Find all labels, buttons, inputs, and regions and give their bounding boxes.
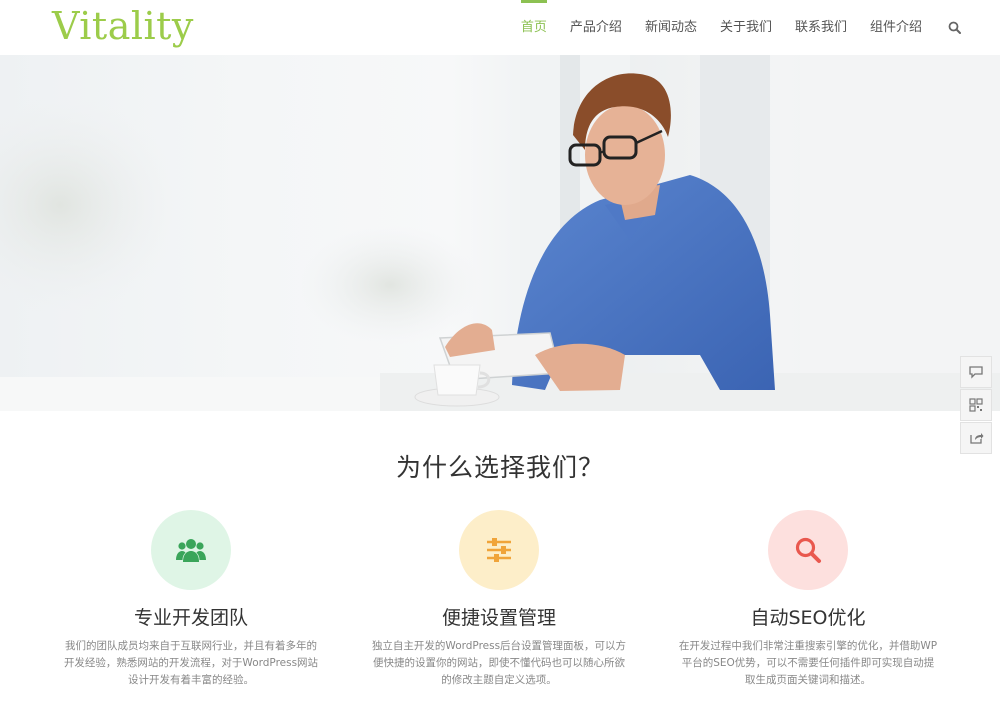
- feature-settings: 便捷设置管理 独立自主开发的WordPress后台设置管理面板，可以方便快捷的设…: [369, 510, 629, 689]
- search-icon: [768, 510, 848, 590]
- main-nav: 首页 产品介绍 新闻动态 关于我们 联系我们 组件介绍: [498, 0, 962, 55]
- comment-icon[interactable]: [960, 356, 992, 388]
- feature-description: 我们的团队成员均来自于互联网行业，并且有着多年的开发经验，熟悉网站的开发流程，对…: [63, 640, 319, 686]
- nav-item-components[interactable]: 组件介绍: [870, 0, 922, 55]
- users-icon: [151, 510, 231, 590]
- nav-item-news[interactable]: 新闻动态: [645, 0, 697, 55]
- site-logo[interactable]: Vitality: [52, 2, 194, 50]
- hero-image: [0, 55, 1000, 411]
- nav-item-home[interactable]: 首页: [520, 0, 547, 55]
- feature-title: 专业开发团队: [133, 607, 248, 629]
- feature-title: 便捷设置管理: [441, 607, 556, 629]
- search-icon[interactable]: [948, 21, 962, 35]
- nav-item-contact[interactable]: 联系我们: [795, 0, 847, 55]
- nav-item-about[interactable]: 关于我们: [720, 0, 772, 55]
- feature-seo: 自动SEO优化 在开发过程中我们非常注重搜索引擎的优化，并借助WP平台的SEO优…: [678, 510, 938, 689]
- section-title: 为什么选择我们？: [395, 453, 604, 482]
- hero-banner: [0, 55, 1000, 411]
- feature-description: 独立自主开发的WordPress后台设置管理面板，可以方便快捷的设置你的网站，即…: [371, 640, 627, 686]
- site-header: Vitality 首页 产品介绍 新闻动态 关于我们 联系我们 组件介绍: [0, 0, 1000, 55]
- feature-description: 在开发过程中我们非常注重搜索引擎的优化，并借助WP平台的SEO优势，可以不需要任…: [678, 640, 938, 686]
- side-toolbar: [960, 356, 992, 455]
- nav-item-products[interactable]: 产品介绍: [570, 0, 622, 55]
- sliders-icon: [459, 510, 539, 590]
- feature-title: 自动SEO优化: [750, 607, 866, 629]
- qrcode-icon[interactable]: [960, 389, 992, 421]
- feature-team: 专业开发团队 我们的团队成员均来自于互联网行业，并且有着多年的开发经验，熟悉网站…: [61, 510, 321, 689]
